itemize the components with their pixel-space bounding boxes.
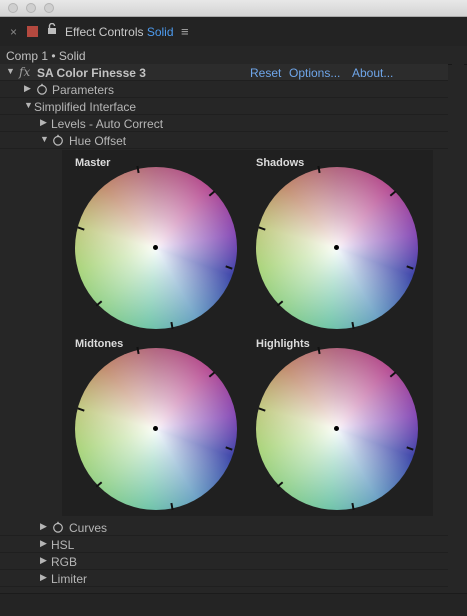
stopwatch-icon[interactable] (36, 83, 48, 95)
wheel-tick (406, 265, 414, 270)
expand-triangle-icon[interactable]: ▶ (40, 117, 47, 128)
wheel-tick (317, 165, 321, 174)
wheel-tick (95, 300, 103, 307)
tree-item-label: Hue Offset (69, 134, 127, 148)
wheel-label: Shadows (256, 157, 305, 169)
shadows-wheel-group: Shadows (256, 157, 418, 330)
tree-item-parameters[interactable]: ▶ Parameters (0, 81, 448, 98)
wheel-tick (225, 265, 233, 270)
wheel-tick (95, 481, 103, 488)
wheel-label: Master (75, 157, 111, 169)
wheel-tick (389, 190, 397, 197)
collapse-triangle-icon[interactable]: ▼ (40, 134, 49, 144)
wheel-center-handle[interactable] (153, 245, 158, 250)
highlights-color-wheel[interactable] (256, 346, 418, 511)
tree-item-curves[interactable]: ▶ Curves (0, 519, 448, 536)
wheel-center-handle[interactable] (334, 426, 339, 431)
comp-breadcrumb-row: Comp 1 • Solid (0, 46, 467, 65)
wheel-tick (351, 502, 355, 511)
master-color-wheel[interactable] (75, 165, 237, 330)
options-link[interactable]: Options... (289, 66, 340, 80)
wheel-tick (406, 446, 414, 451)
vertical-scrollbar[interactable] (452, 64, 464, 612)
wheel-tick (170, 321, 174, 330)
panel-header: × Effect Controls Solid ≡ (0, 17, 467, 47)
wheel-center-handle[interactable] (153, 426, 158, 431)
wheel-tick (317, 346, 321, 355)
expand-triangle-icon[interactable]: ▶ (24, 83, 31, 94)
zoom-window-button[interactable] (44, 3, 54, 13)
tree-item-label: Limiter (51, 572, 88, 586)
wheel-tick (276, 300, 284, 307)
panel-layer-name[interactable]: Solid (147, 25, 174, 39)
fx-toggle-icon[interactable]: fx (19, 65, 30, 79)
wheel-label: Midtones (75, 338, 124, 350)
tree-item-levels-auto-correct[interactable]: ▶ Levels - Auto Correct (0, 115, 448, 132)
close-window-button[interactable] (8, 3, 18, 13)
comp-breadcrumb: Comp 1 • Solid (6, 49, 86, 63)
expand-triangle-icon[interactable]: ▶ (40, 521, 47, 532)
midtones-wheel-group: Midtones (75, 338, 237, 511)
effect-expand-triangle-icon[interactable]: ▼ (6, 66, 15, 76)
wheel-tick (77, 226, 85, 231)
expand-triangle-icon[interactable]: ▶ (40, 538, 47, 549)
panel-footer (0, 593, 467, 616)
wheel-tick (389, 371, 397, 378)
tree-item-label: RGB (51, 555, 78, 569)
effect-row[interactable]: ▼ fx SA Color Finesse 3 Reset Options...… (0, 64, 448, 81)
collapse-triangle-icon[interactable]: ▼ (24, 100, 33, 110)
wheel-tick (276, 481, 284, 488)
wheel-center-handle[interactable] (334, 245, 339, 250)
tree-item-rgb[interactable]: ▶ RGB (0, 553, 448, 570)
wheel-tick (136, 346, 140, 355)
wheel-label: Highlights (256, 338, 310, 350)
shadows-color-wheel[interactable] (256, 165, 418, 330)
wheel-tick (225, 446, 233, 451)
effect-name: SA Color Finesse 3 (37, 66, 146, 80)
layer-color-swatch (27, 26, 38, 37)
wheel-tick (208, 190, 216, 197)
master-wheel-group: Master (75, 157, 237, 330)
tree-item-label: Curves (69, 521, 108, 535)
lock-icon[interactable] (47, 23, 57, 35)
tree-item-label: Simplified Interface (34, 100, 137, 114)
color-wheels-panel: Master Shadows Midtones Highlights (62, 150, 433, 516)
tree-item-label: Levels - Auto Correct (51, 117, 164, 131)
wheel-tick (258, 407, 266, 412)
wheel-tick (208, 371, 216, 378)
panel-title-text: Effect Controls (65, 25, 144, 39)
highlights-wheel-group: Highlights (256, 338, 418, 511)
reset-link[interactable]: Reset (250, 66, 281, 80)
panel-title[interactable]: Effect Controls Solid (65, 25, 174, 39)
tree-item-hue-offset[interactable]: ▼ Hue Offset (0, 132, 448, 149)
wheel-tick (77, 407, 85, 412)
panel-menu-icon[interactable]: ≡ (181, 24, 189, 39)
wheel-tick (136, 165, 140, 174)
tree-item-hsl[interactable]: ▶ HSL (0, 536, 448, 553)
tree-item-limiter[interactable]: ▶ Limiter (0, 570, 448, 587)
stopwatch-icon[interactable] (52, 521, 64, 533)
wheel-tick (258, 226, 266, 231)
about-link[interactable]: About... (352, 66, 393, 80)
stopwatch-icon[interactable] (52, 134, 64, 146)
tree-item-label: HSL (51, 538, 75, 552)
window-titlebar (0, 0, 467, 17)
minimize-window-button[interactable] (26, 3, 36, 13)
expand-triangle-icon[interactable]: ▶ (40, 555, 47, 566)
tree-item-simplified-interface[interactable]: ▼ Simplified Interface (0, 98, 448, 115)
expand-triangle-icon[interactable]: ▶ (40, 572, 47, 583)
wheel-tick (170, 502, 174, 511)
midtones-color-wheel[interactable] (75, 346, 237, 511)
tree-item-label: Parameters (52, 83, 115, 97)
close-panel-icon[interactable]: × (10, 25, 17, 39)
wheel-tick (351, 321, 355, 330)
